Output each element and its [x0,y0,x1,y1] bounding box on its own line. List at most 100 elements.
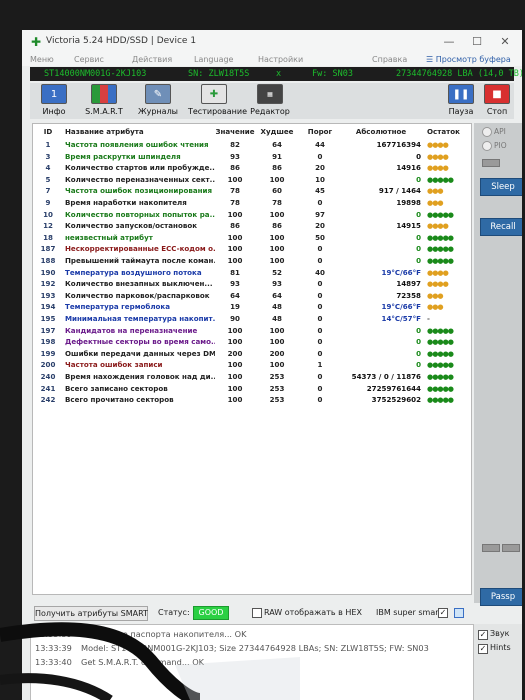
table-row[interactable]: 187 Нескорректированные ECC-кодом о... 100… [33,243,471,255]
pause-button[interactable]: ❚❚ Пауза [446,84,476,118]
attribute-worst: 253 [269,372,285,381]
table-row[interactable]: 192 Количество внезапных выключен... 93 93 0… [33,278,471,290]
smart-button[interactable]: S.M.A.R.T [82,84,126,118]
attribute-name: Всего записано секторов [65,383,168,393]
test-icon: ✚ [201,84,227,104]
attribute-worst: 64 [272,290,282,300]
attribute-remaining: ●●●● [427,267,449,277]
attribute-remaining: ●●● [427,186,444,196]
mini-button-1[interactable] [482,544,500,552]
table-row[interactable]: 195 Минимальная температура накопит... 90 4… [33,313,471,325]
table-row[interactable]: 198 Дефектные секторы во время само... 100… [33,336,471,348]
table-row[interactable]: 190 Температура воздушного потока 81 52 40 19… [33,267,471,279]
menu-bar: Меню Сервис Действия Language Настройки … [22,54,522,66]
attribute-threshold: 40 [315,267,325,277]
attribute-id: 7 [45,186,51,196]
table-row[interactable]: 1 Частота появления ошибок чтения 82 64 44 16… [33,139,471,151]
table-row[interactable]: 199 Ошибки передачи данных через DMA 200 20… [33,348,471,360]
device-lba: 27344764928 LBA (14,0 TB) [396,69,522,79]
table-row[interactable]: 7 Частота ошибок позиционирования 78 60 45 91… [33,185,471,197]
color-swatch-button[interactable] [454,608,464,618]
menu-item-language[interactable]: Language [194,55,233,64]
smart-attributes-table[interactable]: ID Название атрибута Значение Худшее Пор… [32,123,472,595]
table-row[interactable]: 12 Количество запусков/остановок 86 86 20 149… [33,220,471,232]
attribute-threshold: 0 [317,372,323,381]
attribute-remaining: ●●● [427,302,444,312]
ibm-smart-checkbox[interactable]: ✓ [438,608,448,618]
table-row[interactable]: 200 Частота ошибок записи 100 100 1 0 ●●●●● [33,359,471,371]
attribute-raw: 54373 / 0 / 11876 [351,372,421,381]
table-row[interactable]: 240 Время нахождения головок над ди... 100… [33,371,471,383]
attribute-raw: 0 [416,151,421,161]
table-row[interactable]: 241 Всего записано секторов 100 253 0 2725976… [33,383,471,395]
log-text: Получение паспорта накопителя... OK [81,629,247,639]
hints-checkbox[interactable]: ✓ [478,644,488,654]
sleep-button[interactable]: Sleep [480,178,522,196]
recall-button[interactable]: Recall [480,218,522,236]
table-row[interactable]: 197 Кандидатов на переназначение 100 100 0 0 ●… [33,325,471,337]
passport-buffer-link[interactable]: ☰ Просмотр буфера [426,55,511,64]
table-row[interactable]: 242 Всего прочитано секторов 100 253 0 375252… [33,394,471,406]
table-row[interactable]: 194 Температура гермоблока 19 48 0 19°C/66°F ●… [33,301,471,313]
table-row[interactable]: 3 Время раскрутки шпинделя 93 91 0 0 ●●●● [33,151,471,163]
editor-button[interactable]: ▦ Редактор [250,84,290,118]
device-separator: x [276,69,282,79]
log-line: 13:33:39 Получение паспорта накопителя...… [35,629,246,639]
logs-button[interactable]: ✎ Журналы [136,84,180,118]
attribute-remaining: ●●●●● [427,244,454,254]
sound-checkbox[interactable]: ✓ [478,630,488,640]
attribute-value: 100 [227,256,243,265]
attribute-id: 9 [45,198,51,207]
mini-button-2[interactable] [502,544,520,552]
attribute-id: 194 [40,302,56,312]
table-row[interactable]: 188 Превышений таймаута после коман... 100… [33,255,471,267]
attribute-worst: 48 [272,314,282,323]
passp-button[interactable]: Passp [480,588,522,606]
attribute-worst: 100 [269,325,285,335]
table-row[interactable]: 10 Количество повторных попыток ра... 100 1… [33,209,471,221]
menu-item-actions[interactable]: Действия [132,55,172,64]
attribute-value: 100 [227,383,243,393]
attribute-worst: 100 [269,232,285,242]
maximize-button[interactable]: ☐ [468,34,486,50]
attribute-worst: 253 [269,395,285,405]
table-row[interactable]: 193 Количество парковок/распарковок 64 64 0 7… [33,290,471,302]
log-line: 13:33:39 Model: ST14000NM001G-2KJ103; Siz… [35,643,429,653]
test-button[interactable]: ✚ Тестирование [188,84,247,118]
menu-item-menu[interactable]: Меню [30,55,54,64]
table-row[interactable]: 5 Количество переназначенных сект... 100 10… [33,174,471,186]
raw-hex-checkbox[interactable] [252,608,262,618]
attribute-raw: 14°C/57°F [381,314,421,323]
menu-item-service[interactable]: Сервис [74,55,104,64]
attribute-id: 241 [40,383,56,393]
event-log[interactable]: 13:33:39 Получение паспорта накопителя...… [30,624,474,700]
attribute-raw: 0 [416,244,421,254]
attribute-raw: 19°C/66°F [381,267,421,277]
pause-label: Пауза [448,107,474,116]
attribute-remaining: ●●● [427,198,444,207]
attribute-raw: 14916 [396,163,421,173]
attribute-name: Ошибки передачи данных через DMA [65,348,215,358]
menu-item-settings[interactable]: Настройки [258,55,303,64]
table-row[interactable]: 9 Время наработки накопителя 78 78 0 19898 ●●● [33,197,471,209]
minimize-button[interactable]: — [440,34,458,50]
attribute-threshold: 0 [317,337,323,347]
radio-pio[interactable] [482,141,492,151]
attribute-value: 100 [227,360,243,370]
editor-label: Редактор [250,107,290,116]
attribute-worst: 48 [272,302,282,312]
attribute-id: 192 [40,279,56,289]
menu-item-help[interactable]: Справка [372,55,407,64]
radio-api[interactable] [482,127,492,137]
stop-button[interactable]: ■ Стоп [482,84,512,118]
hints-label: Hints [490,643,511,652]
get-smart-button[interactable]: Получить атрибуты SMART [34,606,148,621]
attribute-value: 86 [230,221,240,231]
attribute-id: 200 [40,360,56,370]
attribute-name: Частота ошибок позиционирования [65,186,213,196]
info-button[interactable]: 1 Инфо [34,84,74,118]
table-row[interactable]: 18 неизвестный атрибут 100 100 50 0 ●●●●● [33,232,471,244]
table-row[interactable]: 4 Количество стартов или пробужде... 86 86 2… [33,162,471,174]
smart-icon [91,84,117,104]
close-button[interactable]: ✕ [496,34,514,50]
